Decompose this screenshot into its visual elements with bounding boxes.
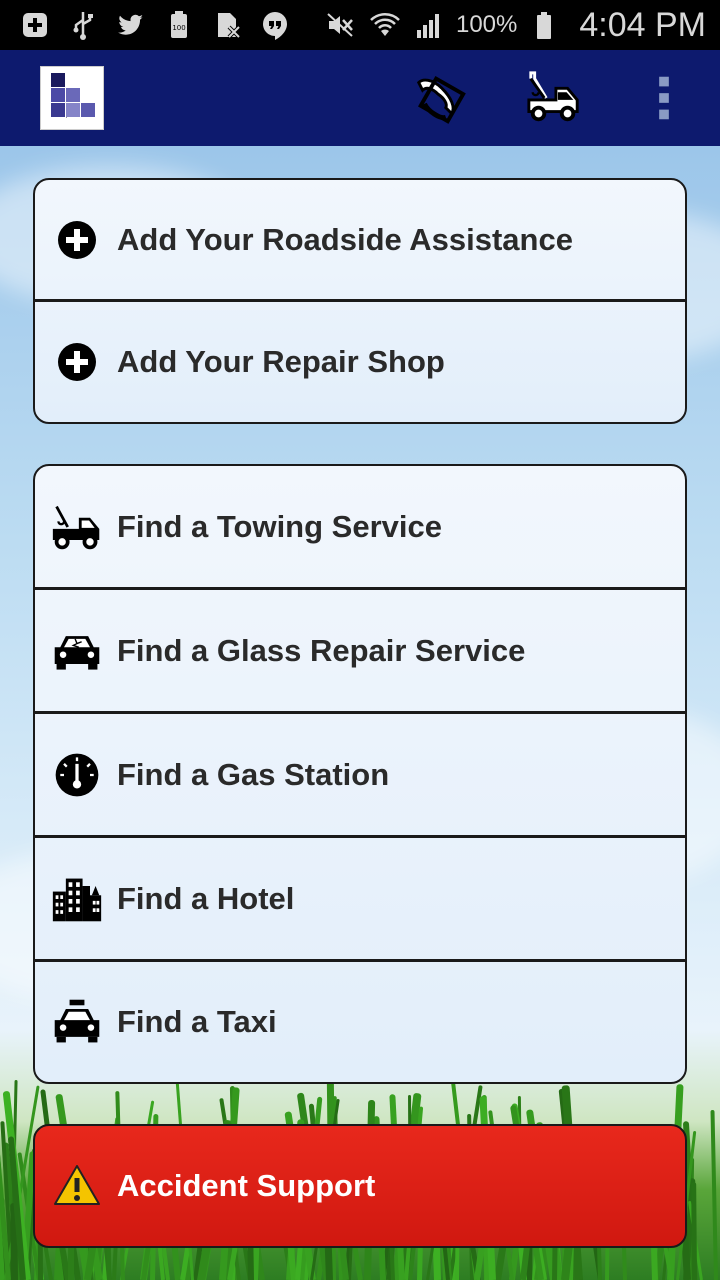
- broken-glass-car-icon: [49, 623, 105, 679]
- tow-truck-icon[interactable]: [524, 68, 584, 128]
- find-glass-repair-label: Find a Glass Repair Service: [117, 632, 526, 668]
- glass-atlas-logo: [40, 66, 104, 130]
- plus-square-icon: [18, 8, 52, 42]
- taxi-icon: [49, 994, 105, 1050]
- find-taxi-button[interactable]: Find a Taxi: [35, 962, 685, 1082]
- find-taxi-label: Find a Taxi: [117, 1004, 277, 1039]
- find-hotel-label: Find a Hotel: [117, 880, 295, 916]
- battery-icon: [527, 8, 561, 42]
- find-gas-station-label: Find a Gas Station: [117, 756, 390, 792]
- buildings-icon: [49, 871, 105, 927]
- sim-blocked-icon: [210, 8, 244, 42]
- find-hotel-button[interactable]: Find a Hotel: [35, 838, 685, 962]
- action-bar: [0, 50, 720, 146]
- svg-text:100: 100: [172, 24, 185, 32]
- accident-support-button[interactable]: Accident Support: [33, 1124, 687, 1248]
- usb-icon: [66, 8, 100, 42]
- add-roadside-assistance-label: Add Your Roadside Assistance: [117, 221, 573, 257]
- mute-icon: [324, 8, 358, 42]
- find-services-card: Find a Towing Service Find a Glass Repai…: [33, 464, 687, 1084]
- add-repair-shop-button[interactable]: Add Your Repair Shop: [35, 302, 685, 422]
- battery-percent: 100%: [455, 11, 518, 38]
- find-gas-station-button[interactable]: Find a Gas Station: [35, 714, 685, 838]
- twitter-icon: [114, 8, 148, 42]
- signal-icon: [412, 8, 446, 42]
- add-repair-shop-label: Add Your Repair Shop: [117, 344, 445, 379]
- plus-circle-icon: [49, 334, 105, 390]
- plus-circle-icon: [49, 212, 105, 268]
- accident-support-label: Accident Support: [117, 1168, 376, 1203]
- battery-100-icon: 100: [162, 8, 196, 42]
- grass-blade: [710, 1109, 718, 1280]
- clock: 4:04 PM: [579, 5, 706, 44]
- phone-swap-icon[interactable]: [410, 68, 470, 128]
- add-services-card: Add Your Roadside Assistance Add Your Re…: [33, 178, 687, 424]
- overflow-menu-icon[interactable]: [634, 68, 694, 128]
- status-bar: 100 100% 4:04 PM: [0, 0, 720, 50]
- add-roadside-assistance-button[interactable]: Add Your Roadside Assistance: [35, 180, 685, 302]
- fuel-gauge-icon: [49, 747, 105, 803]
- hangouts-icon: [258, 8, 292, 42]
- find-glass-repair-button[interactable]: Find a Glass Repair Service: [35, 590, 685, 714]
- warning-icon: [49, 1158, 105, 1214]
- wifi-icon: [368, 8, 402, 42]
- find-towing-service-button[interactable]: Find a Towing Service: [35, 466, 685, 590]
- find-towing-service-label: Find a Towing Service: [117, 508, 442, 544]
- tow-truck-icon: [49, 499, 105, 555]
- grass-blade: [690, 1181, 697, 1280]
